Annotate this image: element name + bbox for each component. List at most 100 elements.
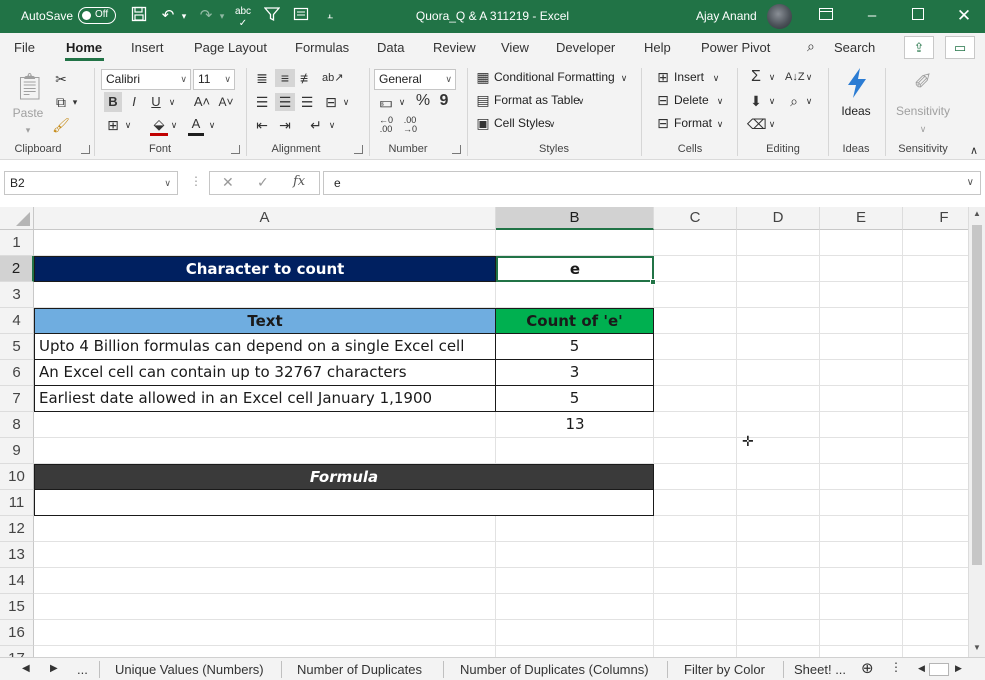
autosave-toggle[interactable]: Off [78, 7, 116, 24]
paste-dropdown-icon[interactable]: ▾ [23, 121, 33, 139]
fill-handle[interactable] [650, 279, 656, 285]
cell-a6[interactable]: An Excel cell can contain up to 32767 ch… [34, 360, 496, 386]
accounting-dropdown-icon[interactable]: ∨ [396, 93, 408, 111]
next-sheet-icon[interactable]: ▶ [50, 663, 58, 674]
cell-a5[interactable]: Upto 4 Billion formulas can depend on a … [34, 334, 496, 360]
tab-home[interactable]: Home [66, 40, 102, 55]
cell-b8[interactable]: 13 [496, 412, 654, 438]
copy-dropdown-icon[interactable]: ▾ [70, 93, 80, 111]
cell-a11[interactable] [34, 490, 654, 516]
cell-b4[interactable]: Count of 'e' [496, 308, 654, 334]
increase-decimal-icon[interactable]: ←0.00 [376, 116, 396, 134]
font-color-dropdown-icon[interactable]: ∨ [206, 116, 218, 134]
merge-dropdown-icon[interactable]: ∨ [340, 93, 352, 111]
borders-dropdown-icon[interactable]: ∨ [122, 116, 134, 134]
insert-function-button[interactable]: fx [293, 174, 305, 189]
collapse-ribbon-icon[interactable]: ∧ [966, 142, 982, 160]
redo-dropdown-icon[interactable]: ▾ [216, 6, 228, 26]
sheet-tab[interactable]: Filter by Color [684, 662, 765, 677]
tab-developer[interactable]: Developer [556, 40, 615, 55]
conditional-formatting-button[interactable]: Conditional Formatting [494, 70, 615, 84]
avatar[interactable] [767, 4, 792, 29]
scroll-left-icon[interactable]: ◀ [918, 663, 925, 674]
tab-help[interactable]: Help [644, 40, 671, 55]
sheet-tab[interactable]: Unique Values (Numbers) [115, 662, 264, 677]
column-header-a[interactable]: A [34, 207, 496, 230]
cancel-icon[interactable]: ✕ [222, 174, 234, 191]
font-size-select[interactable]: 11 ∨ [193, 69, 235, 90]
clear-dropdown-icon[interactable]: ∨ [767, 115, 777, 133]
close-icon[interactable]: ✕ [941, 0, 985, 33]
underline-dropdown-icon[interactable]: ∨ [166, 93, 178, 111]
format-cells-button[interactable]: Format [674, 116, 712, 130]
save-icon[interactable] [128, 6, 150, 26]
delete-cells-button[interactable]: Delete [674, 93, 709, 107]
sort-dropdown-icon[interactable]: ∨ [804, 68, 814, 86]
conditional-dropdown-icon[interactable]: ∨ [619, 69, 629, 87]
row-header[interactable]: 10 [0, 464, 34, 490]
row-header[interactable]: 15 [0, 594, 34, 620]
expand-formula-bar-icon[interactable]: ∨ [967, 172, 974, 194]
row-header[interactable]: 9 [0, 438, 34, 464]
row-header[interactable]: 7 [0, 386, 34, 412]
orientation-icon[interactable]: ab↗ [322, 69, 343, 87]
horizontal-scroll-thumb[interactable] [929, 663, 949, 676]
bottom-align-icon[interactable]: ≢ [298, 69, 316, 87]
formula-bar-resize-handle[interactable]: ⋮ [190, 174, 202, 188]
filter-icon[interactable] [262, 6, 282, 26]
ideas-icon[interactable] [842, 67, 872, 101]
font-name-select[interactable]: Calibri ∨ [101, 69, 191, 90]
copy-icon[interactable]: ⧉ [52, 93, 70, 111]
middle-align-icon[interactable]: ≡ [275, 69, 295, 87]
delete-dropdown-icon[interactable]: ∨ [715, 92, 725, 110]
tab-file[interactable]: File [14, 40, 35, 55]
tab-power-pivot[interactable]: Power Pivot [701, 40, 770, 55]
autosum-icon[interactable]: Σ [747, 68, 765, 86]
font-launcher-icon[interactable] [231, 145, 240, 154]
alignment-launcher-icon[interactable] [354, 145, 363, 154]
row-header[interactable]: 2 [0, 256, 34, 282]
borders-icon[interactable]: ⊞ [104, 116, 122, 134]
form-icon[interactable] [291, 6, 311, 26]
fill-color-icon[interactable]: ⬙ [150, 115, 168, 136]
row-header[interactable]: 13 [0, 542, 34, 568]
cell-b2-selected[interactable]: e [496, 256, 654, 282]
more-sheets-left[interactable]: ... [77, 662, 88, 677]
percent-style-button[interactable]: % [413, 92, 433, 110]
sheet-tab[interactable]: Number of Duplicates [297, 662, 422, 677]
minimize-icon[interactable]: – [849, 0, 895, 33]
find-select-icon[interactable]: ⌕ [785, 92, 803, 110]
increase-indent-icon[interactable]: ⇥ [275, 116, 295, 134]
align-left-icon[interactable]: ☰ [253, 93, 271, 111]
clear-icon[interactable]: ⌫ [747, 115, 767, 133]
fill-dropdown-icon[interactable]: ∨ [767, 92, 777, 110]
format-table-dropdown-icon[interactable]: ∨ [576, 92, 586, 110]
tab-view[interactable]: View [501, 40, 529, 55]
format-cells-icon[interactable]: ⊟ [654, 114, 672, 132]
tab-page-layout[interactable]: Page Layout [194, 40, 267, 55]
decrease-decimal-icon[interactable]: .00 →0 [400, 116, 420, 134]
formula-input[interactable]: e ∨ [323, 171, 981, 195]
sensitivity-button[interactable]: Sensitivity [892, 104, 954, 118]
tab-data[interactable]: Data [377, 40, 404, 55]
row-header[interactable]: 8 [0, 412, 34, 438]
row-header[interactable]: 12 [0, 516, 34, 542]
format-dropdown-icon[interactable]: ∨ [715, 115, 725, 133]
fill-icon[interactable]: ⬇ [747, 92, 765, 110]
row-header[interactable]: 16 [0, 620, 34, 646]
redo-icon[interactable]: ↷ [196, 6, 216, 26]
row-header[interactable]: 17 [0, 646, 34, 657]
font-color-icon[interactable]: A [188, 115, 204, 136]
user-name[interactable]: Ajay Anand [696, 9, 757, 23]
wrap-text-icon[interactable]: ↵ [306, 116, 326, 134]
autosum-dropdown-icon[interactable]: ∨ [767, 68, 777, 86]
cell-styles-icon[interactable]: ▣ [475, 114, 491, 132]
share-button[interactable]: ⇪ [904, 36, 934, 59]
cell-b7[interactable]: 5 [496, 386, 654, 412]
number-format-select[interactable]: General ∨ [374, 69, 456, 90]
undo-icon[interactable]: ↶ [158, 6, 178, 26]
bold-button[interactable]: B [104, 92, 122, 112]
sort-filter-icon[interactable]: A↓Z [785, 68, 805, 86]
sensitivity-icon[interactable]: ✐ [910, 67, 936, 97]
cell-a7[interactable]: Earliest date allowed in an Excel cell J… [34, 386, 496, 412]
